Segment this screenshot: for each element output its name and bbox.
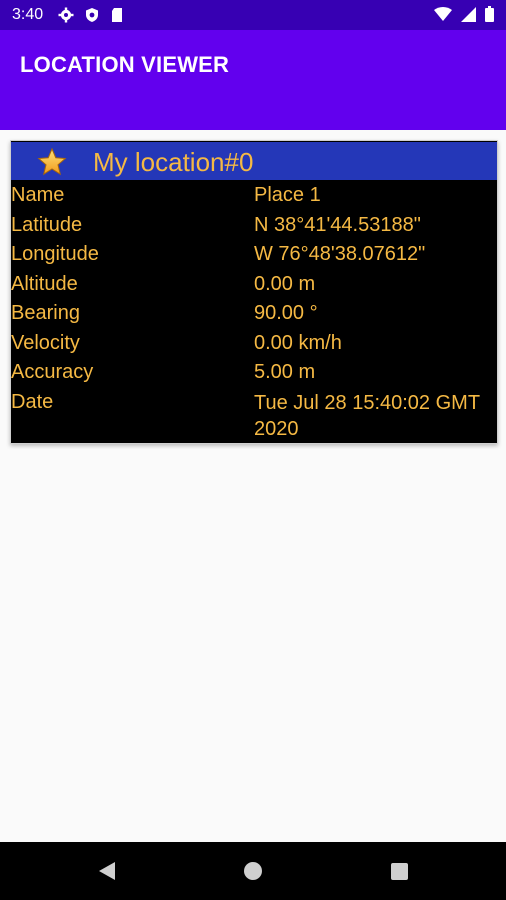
home-icon[interactable] (244, 862, 262, 880)
field-label-altitude: Altitude (11, 273, 78, 295)
field-value-bearing: 90.00 ° (254, 302, 318, 324)
back-icon[interactable] (98, 861, 116, 881)
battery-icon (485, 6, 494, 22)
signal-icon (461, 6, 476, 22)
field-value-velocity: 0.00 km/h (254, 332, 342, 354)
star-icon (37, 147, 67, 176)
field-value-date: Tue Jul 28 15:40:02 GMT 2020 (254, 392, 480, 440)
status-time: 3:40 (12, 6, 44, 23)
settings-icon (58, 7, 74, 23)
field-label-latitude: Latitude (11, 214, 83, 236)
app-title: LOCATION VIEWER (20, 52, 230, 77)
sd-card-icon (112, 8, 122, 22)
field-label-name: Name (11, 184, 65, 206)
field-value-longitude: W 76°48'38.07612" (254, 243, 426, 265)
field-label-velocity: Velocity (11, 332, 80, 354)
app-bar: LOCATION VIEWER (0, 30, 506, 130)
card-header: My location#0 (11, 142, 497, 180)
field-value-accuracy: 5.00 m (254, 361, 316, 383)
shield-icon (86, 8, 98, 22)
status-bar: 3:40 (0, 0, 506, 30)
field-value-altitude: 0.00 m (254, 273, 316, 295)
wifi-icon (434, 7, 452, 21)
field-label-accuracy: Accuracy (11, 361, 94, 383)
location-card[interactable]: My location#0 Name Place 1 Latitude N 38… (10, 140, 498, 444)
recents-icon[interactable] (391, 863, 408, 880)
field-label-date: Date (11, 391, 54, 413)
field-label-longitude: Longitude (11, 243, 99, 265)
status-icons-right (434, 6, 494, 22)
field-value-name: Place 1 (254, 184, 321, 206)
field-value-latitude: N 38°41'44.53188" (254, 214, 421, 236)
field-label-bearing: Bearing (11, 302, 80, 324)
status-icons-left (58, 7, 124, 23)
card-title: My location#0 (93, 147, 254, 177)
nav-bar (0, 842, 506, 900)
